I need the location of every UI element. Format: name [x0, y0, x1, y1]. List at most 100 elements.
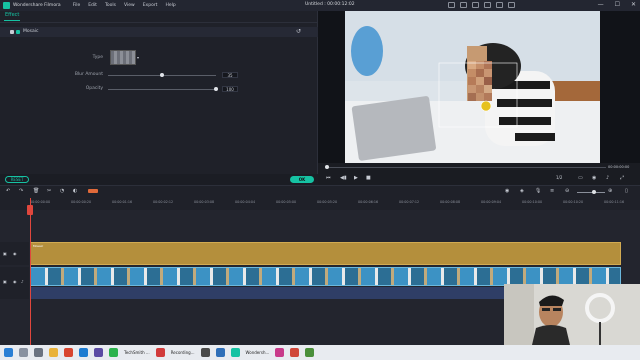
ruler-tick: 00:00:08:08	[440, 200, 461, 204]
app-icon[interactable]	[94, 348, 103, 357]
redo-icon[interactable]: ↷	[19, 188, 23, 194]
speed-icon[interactable]: ◔	[60, 188, 64, 194]
ruler-tick: 00:00:05:20	[317, 200, 338, 204]
stop-icon[interactable]: ■	[366, 175, 371, 181]
download-icon[interactable]	[508, 2, 515, 8]
title-bar: Wondershare Filmora File Edit Tools View…	[0, 0, 640, 11]
effect-clip-label: Mosaic	[33, 244, 44, 248]
app3-icon[interactable]	[215, 348, 225, 357]
ruler-tick: 00:00:11:16	[604, 200, 625, 204]
filmora-task-icon[interactable]	[230, 348, 240, 357]
ok-button[interactable]: OK	[290, 176, 314, 183]
taskview-icon[interactable]	[34, 348, 43, 357]
track-mute-icon[interactable]: ◉	[13, 251, 17, 256]
maximize-button[interactable]: ☐	[615, 1, 620, 8]
track-lock-icon[interactable]: ▣	[3, 251, 7, 256]
step-back-icon[interactable]: ◀▮	[340, 175, 347, 181]
minimize-button[interactable]: —	[598, 1, 604, 8]
mic-icon[interactable]: 🎙	[535, 188, 541, 194]
ruler-tick: 00:00:03:08	[194, 200, 215, 204]
prev-frame-icon[interactable]: ⏮	[326, 175, 331, 181]
account-icon[interactable]	[460, 2, 467, 8]
blur-amount-value[interactable]: 35	[222, 72, 238, 78]
type-dropdown-icon[interactable]: ▾	[137, 55, 139, 60]
recording-icon[interactable]	[155, 348, 165, 357]
start-icon[interactable]	[4, 348, 13, 357]
notification-icon[interactable]	[472, 2, 479, 8]
webcam-overlay	[504, 284, 640, 345]
video-eye-icon[interactable]: ◉	[13, 279, 17, 284]
menu-view[interactable]: View	[124, 3, 135, 8]
mail-icon[interactable]	[496, 2, 503, 8]
color-icon[interactable]: ◐	[73, 188, 77, 194]
audio-meter-icon[interactable]	[88, 189, 98, 193]
bulb-icon[interactable]	[448, 2, 455, 8]
reset-button[interactable]: RESET	[5, 176, 29, 183]
fit-icon[interactable]: ▯	[625, 188, 628, 194]
ruler-tick: 00:00:10:00	[522, 200, 543, 204]
app5-icon[interactable]	[290, 348, 300, 357]
chrome-icon[interactable]	[64, 348, 73, 357]
video-audio-icon[interactable]: ♪	[21, 279, 24, 284]
video-lock-icon[interactable]: ▣	[3, 279, 7, 284]
play-icon[interactable]: ▶	[354, 175, 358, 181]
cut-icon[interactable]: ✂	[47, 188, 51, 194]
recording-label[interactable]: Recording...	[171, 350, 195, 355]
menu-help[interactable]: Help	[165, 3, 175, 8]
menu-tools[interactable]: Tools	[105, 3, 116, 8]
volume-icon[interactable]: ♪	[606, 175, 609, 181]
undo-icon[interactable]: ↶	[6, 188, 10, 194]
search-icon[interactable]	[19, 348, 28, 357]
zoom-out-icon[interactable]: ⊖	[565, 188, 569, 194]
blur-amount-handle[interactable]	[160, 73, 164, 77]
menu-bar: File Edit Tools View Export Help	[73, 3, 176, 8]
audio-track-header: ▣ ◉	[0, 242, 29, 265]
mosaic-enable-checkbox[interactable]	[16, 30, 20, 34]
expand-arrow-icon[interactable]	[10, 30, 14, 34]
window-title: Untitled : 00:00:12:02	[305, 2, 355, 7]
webcam-image	[504, 284, 640, 345]
effect-clip[interactable]: Mosaic	[30, 242, 621, 265]
app6-icon[interactable]	[305, 348, 315, 357]
menu-file[interactable]: File	[73, 3, 81, 8]
zoom-slider[interactable]	[577, 192, 605, 193]
menu-edit[interactable]: Edit	[88, 3, 97, 8]
file-explorer-icon[interactable]	[49, 348, 58, 357]
techsmith-label[interactable]: TechSmith ...	[124, 350, 150, 355]
opacity-value[interactable]: 100	[222, 86, 238, 92]
timeline-toolbar: ↶ ↷ 🗑 ✂ ◔ ◐ ◉ ◈ 🎙 ≡ ⊖ ⊕ ▯	[0, 185, 640, 197]
playhead[interactable]	[30, 198, 31, 345]
video-preview[interactable]	[345, 11, 600, 163]
marker-icon[interactable]: ◈	[520, 188, 524, 194]
preview-controls: 00:00:00:00 ⏮ ◀▮ ▶ ■ 1/2 ▭ ◉ ♪ ⤢	[318, 163, 640, 185]
snapshot-icon[interactable]: ◉	[592, 175, 596, 181]
ruler-tick: 00:00:00:00	[30, 200, 51, 204]
menu-export[interactable]: Export	[143, 3, 158, 8]
zoom-handle[interactable]	[592, 190, 596, 194]
techsmith-icon[interactable]	[109, 348, 118, 357]
mosaic-label: Mosaic	[23, 29, 39, 34]
app4-icon[interactable]	[275, 348, 285, 357]
opacity-slider[interactable]	[108, 89, 216, 90]
edge-icon[interactable]	[79, 348, 88, 357]
filmora-logo-icon	[3, 2, 10, 9]
ruler-tick: 00:00:07:12	[399, 200, 420, 204]
preview-scrub-handle[interactable]	[325, 165, 329, 169]
save-icon[interactable]	[484, 2, 491, 8]
reset-effect-icon[interactable]: ↺	[296, 28, 301, 35]
close-button[interactable]: ✕	[631, 1, 636, 8]
display-icon[interactable]: ▭	[578, 175, 583, 181]
preview-scrub-bar[interactable]	[326, 167, 606, 168]
delete-icon[interactable]: 🗑	[33, 188, 39, 194]
render-icon[interactable]: ◉	[505, 188, 509, 194]
app2-icon[interactable]	[200, 348, 210, 357]
timeline-ruler[interactable]: 00:00:00:00 00:00:00:20 00:00:01:16 00:00:0…	[0, 197, 640, 210]
opacity-handle[interactable]	[214, 87, 218, 91]
mosaic-type-thumbnail[interactable]	[110, 50, 136, 65]
fullscreen-icon[interactable]: ⤢	[620, 175, 624, 181]
preview-ratio[interactable]: 1/2	[556, 175, 562, 180]
mixer-icon[interactable]: ≡	[550, 188, 554, 194]
tab-effect[interactable]: Effect	[5, 12, 19, 18]
zoom-in-icon[interactable]: ⊕	[608, 188, 612, 194]
filmora-label[interactable]: Wondersh...	[246, 350, 270, 355]
